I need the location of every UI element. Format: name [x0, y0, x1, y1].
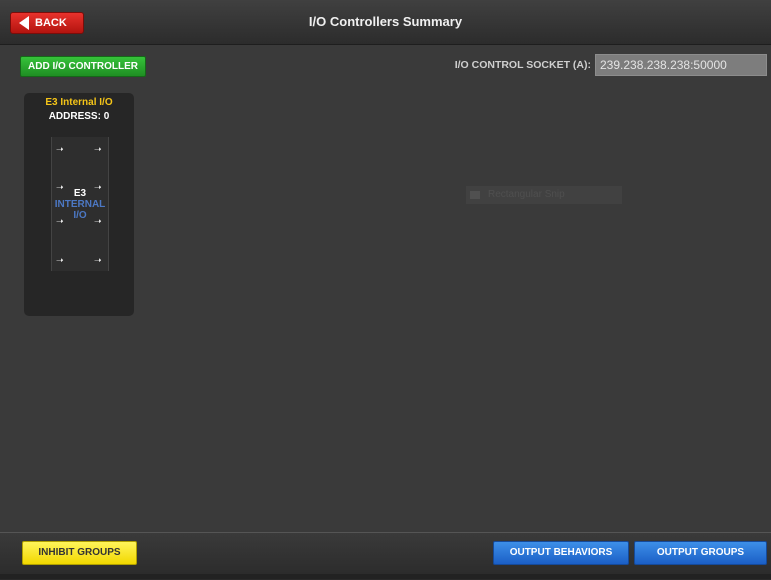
output-groups-button[interactable]: OUTPUT GROUPS	[634, 541, 767, 565]
socket-label: I/O CONTROL SOCKET (A):	[454, 59, 591, 71]
page-title: I/O Controllers Summary	[308, 14, 463, 29]
arrow-right-icon: ➝	[94, 255, 102, 265]
chip-label-line1: E3	[73, 188, 87, 199]
controller-name: E3 Internal I/O	[45, 97, 113, 108]
controller-address: ADDRESS: 0	[48, 111, 110, 122]
inhibit-groups-button[interactable]: INHIBIT GROUPS	[22, 541, 137, 565]
arrow-right-icon: ➝	[56, 255, 64, 265]
scissors-icon	[470, 191, 480, 199]
arrow-right-icon: ➝	[94, 144, 102, 154]
bottom-strip	[0, 574, 771, 579]
output-behaviors-button[interactable]: OUTPUT BEHAVIORS	[493, 541, 629, 565]
add-io-controller-button[interactable]: ADD I/O CONTROLLER	[20, 56, 146, 77]
chip-diagram: ➝ ➝ ➝ ➝ ➝ ➝ ➝ ➝ E3 INTERNAL I/O	[51, 137, 109, 271]
controller-card[interactable]: E3 Internal I/O ADDRESS: 0 ➝ ➝ ➝ ➝ ➝ ➝ ➝…	[24, 93, 134, 316]
chip-label: E3 INTERNAL I/O	[52, 188, 108, 221]
footer-bar: INHIBIT GROUPS OUTPUT BEHAVIORS OUTPUT G…	[0, 532, 771, 580]
snip-overlay: Rectangular Snip	[466, 186, 622, 204]
chip-label-line2: INTERNAL	[54, 199, 106, 210]
snip-overlay-text: Rectangular Snip	[488, 189, 565, 200]
chip-label-line3: I/O	[73, 210, 87, 221]
socket-field[interactable]: 239.238.238.238:50000	[595, 54, 767, 76]
header-bar: BACK I/O Controllers Summary	[0, 0, 771, 45]
arrow-right-icon: ➝	[56, 144, 64, 154]
main-panel: ADD I/O CONTROLLER I/O CONTROL SOCKET (A…	[0, 45, 771, 532]
